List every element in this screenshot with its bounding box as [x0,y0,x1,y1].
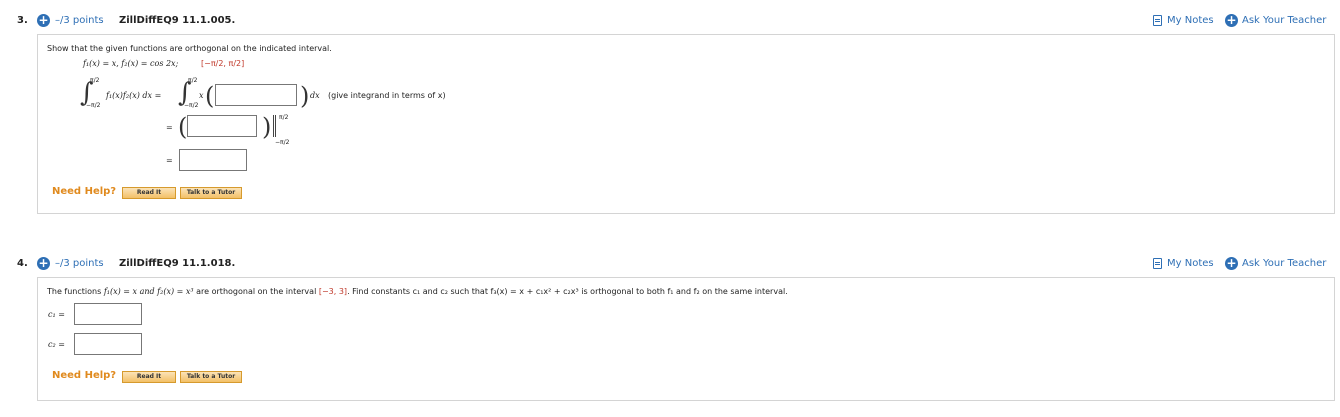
antiderivative-input[interactable] [187,115,257,137]
eval-upper: π/2 [279,114,289,121]
equals-sign-1: = [166,123,173,132]
question-header: 3. + –/3 points ZillDiffEQ9 11.1.005. My… [7,6,1335,34]
need-help-label: Need Help? [52,186,117,197]
integrand-hint: (give integrand in terms of x) [328,91,446,100]
ask-teacher-link[interactable]: Ask Your Teacher [1242,15,1326,26]
expand-plus-icon[interactable]: + [37,14,50,27]
ask-teacher-plus-icon[interactable]: + [1225,257,1238,270]
question-number: 4. [17,258,28,269]
equals-sign-2: = [166,156,173,165]
lower-limit: −π/2 [86,102,101,109]
question-body: The functions f₁(x) = x and f₂(x) = x³ a… [37,277,1335,401]
functions-text: f₁(x) = x, f₂(x) = cos 2x; [83,59,179,68]
notes-icon[interactable] [1153,15,1162,26]
dx-label: dx [310,91,320,100]
ask-teacher-link[interactable]: Ask Your Teacher [1242,258,1326,269]
x-factor: x [199,91,204,100]
eval-lower: −π/2 [275,139,290,146]
question-header: 4. + –/3 points ZillDiffEQ9 11.1.018. My… [7,249,1335,277]
integrand-input[interactable] [215,84,297,106]
my-notes-link[interactable]: My Notes [1167,15,1214,26]
c1-input[interactable] [74,303,142,325]
read-it-button[interactable]: Read It [122,187,176,199]
question-code: ZillDiffEQ9 11.1.005. [119,15,236,26]
prompt-part-d: . Find constants c₁ and c₂ such that f₃(… [347,287,788,296]
expand-plus-icon[interactable]: + [37,257,50,270]
my-notes-link[interactable]: My Notes [1167,258,1214,269]
ask-teacher-plus-icon[interactable]: + [1225,14,1238,27]
question-prompt: Show that the given functions are orthog… [47,44,332,53]
question-prompt: The functions f₁(x) = x and f₂(x) = x³ a… [47,287,788,296]
right-paren-2: ) [262,113,272,141]
talk-to-tutor-button[interactable]: Talk to a Tutor [180,371,242,383]
notes-icon[interactable] [1153,258,1162,269]
read-it-button[interactable]: Read It [122,371,176,383]
prompt-interval: [−3, 3] [318,287,348,296]
c2-label: c₂ = [48,340,65,349]
integrand-left: f₁(x)f₂(x) dx = [106,91,162,100]
points: –/3 points [55,15,104,26]
lower-limit-right: −π/2 [184,102,199,109]
talk-to-tutor-button[interactable]: Talk to a Tutor [180,187,242,199]
points: –/3 points [55,258,104,269]
eval-bar-2 [275,115,276,137]
eval-bar [273,115,274,137]
result-input[interactable] [179,149,247,171]
prompt-part-c: are orthogonal on the interval [193,287,319,296]
prompt-functions: f₁(x) = x and f₂(x) = x³ [103,287,194,296]
c1-label: c₁ = [48,310,65,319]
upper-limit-right: π/2 [188,77,198,84]
left-paren-2: ( [178,113,188,141]
upper-limit: π/2 [90,77,100,84]
question-code: ZillDiffEQ9 11.1.018. [119,258,236,269]
question-number: 3. [17,15,28,26]
question-3: 3. + –/3 points ZillDiffEQ9 11.1.005. My… [7,6,1335,214]
right-paren: ) [300,82,310,110]
interval-text: [−π/2, π/2] [201,59,245,68]
question-4: 4. + –/3 points ZillDiffEQ9 11.1.018. My… [7,249,1335,401]
need-help-label: Need Help? [52,370,117,381]
c2-input[interactable] [74,333,142,355]
question-body: Show that the given functions are orthog… [37,34,1335,214]
left-paren: ( [205,82,215,110]
prompt-part-a: The functions [47,287,104,296]
